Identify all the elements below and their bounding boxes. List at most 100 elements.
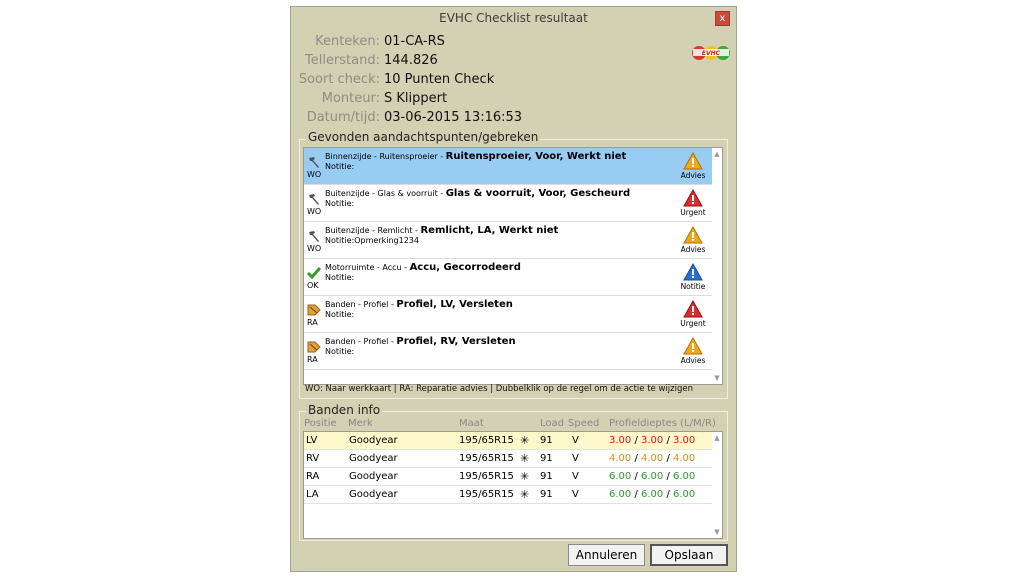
status-advies[interactable]: Advies <box>675 152 711 180</box>
cell-positie: LA <box>306 489 319 500</box>
status-urgent[interactable]: Urgent <box>675 300 711 328</box>
table-row[interactable]: RV Goodyear 195/65R15 ✳ 91 V 4.00 / 4.00… <box>304 450 712 468</box>
scroll-down-icon[interactable]: ▼ <box>712 374 722 382</box>
cell-maat: 195/65R15 <box>459 471 514 482</box>
status-label: Advies <box>680 245 706 254</box>
tyres-scrollbar[interactable]: ▲ ▼ <box>712 432 722 538</box>
cell-positie: LV <box>306 435 318 446</box>
close-button[interactable]: x <box>715 11 730 26</box>
finding-row[interactable]: WO Buitenzijde - Remlicht - Remlicht, LA… <box>304 222 712 259</box>
status-urgent[interactable]: Urgent <box>675 189 711 217</box>
cell-merk: Goodyear <box>349 471 398 482</box>
tyres-table[interactable]: LV Goodyear 195/65R15 ✳ 91 V 3.00 / 3.00… <box>303 431 723 539</box>
cell-profiel: 6.00 / 6.00 / 6.00 <box>609 489 696 500</box>
save-button[interactable]: Opslaan <box>650 544 728 566</box>
tyres-group-title: Banden info <box>306 403 383 417</box>
scroll-up-icon[interactable]: ▲ <box>712 150 722 158</box>
finding-category: Buitenzijde - Glas & voorruit - <box>325 189 446 198</box>
findings-legend: WO: Naar werkkaart | RA: Reparatie advie… <box>305 384 693 394</box>
status-advies[interactable]: Advies <box>675 226 711 254</box>
finding-note: Notitie: <box>325 162 355 171</box>
cell-maat: 195/65R15 <box>459 435 514 446</box>
info-icon <box>683 263 703 281</box>
cell-speed: V <box>572 471 579 482</box>
finding-note: Notitie: <box>325 310 355 319</box>
depth-r: 6.00 <box>673 489 696 500</box>
cell-load: 91 <box>540 489 553 500</box>
finding-main: Profiel, LV, Versleten <box>396 299 513 310</box>
finding-title: Motorruimte - Accu - Accu, Gecorrodeerd <box>325 262 521 273</box>
snowflake-icon: ✳ <box>520 488 530 501</box>
info-value: S Klippert <box>384 91 448 106</box>
info-label: Soort check: <box>298 72 380 87</box>
findings-list[interactable]: WO Binnenzijde - Ruitensproeier - Ruiten… <box>303 147 723 385</box>
finding-category: Motorruimte - Accu - <box>325 263 410 272</box>
finding-row[interactable]: RA Banden - Profiel - Profiel, RV, Versl… <box>304 333 712 370</box>
evhc-logo: EVHC <box>692 46 730 60</box>
table-row[interactable]: RA Goodyear 195/65R15 ✳ 91 V 6.00 / 6.00… <box>304 468 712 486</box>
cell-load: 91 <box>540 471 553 482</box>
cell-profiel: 4.00 / 4.00 / 4.00 <box>609 453 696 464</box>
warning-icon <box>683 300 703 318</box>
col-merk: Merk <box>348 418 373 429</box>
status-label: Advies <box>680 171 706 180</box>
hammer-icon <box>309 157 319 168</box>
findings-scrollbar[interactable]: ▲ ▼ <box>712 148 722 384</box>
depth-m: 3.00 <box>641 435 664 446</box>
svg-text:EVHC: EVHC <box>702 50 721 57</box>
info-value: 03-06-2015 13:16:53 <box>384 110 523 125</box>
depth-r: 6.00 <box>673 471 696 482</box>
cell-maat: 195/65R15 <box>459 489 514 500</box>
depth-r: 4.00 <box>673 453 696 464</box>
status-advies[interactable]: Advies <box>675 337 711 365</box>
cell-maat: 195/65R15 <box>459 453 514 464</box>
action-code: RA <box>307 318 318 327</box>
warning-icon <box>683 337 703 355</box>
finding-main: Glas & voorruit, Voor, Gescheurd <box>445 188 631 199</box>
col-profiel: Profieldieptes (L/M/R) <box>609 418 716 429</box>
info-label: Kenteken: <box>315 34 380 49</box>
status-label: Urgent <box>680 319 706 328</box>
finding-title: Banden - Profiel - Profiel, RV, Verslete… <box>325 336 516 347</box>
finding-row[interactable]: RA Banden - Profiel - Profiel, LV, Versl… <box>304 296 712 333</box>
col-positie: Positie <box>304 418 337 429</box>
warning-icon <box>683 189 703 207</box>
warning-icon <box>683 226 703 244</box>
cell-load: 91 <box>540 435 553 446</box>
depth-m: 4.00 <box>641 453 664 464</box>
table-row[interactable]: LA Goodyear 195/65R15 ✳ 91 V 6.00 / 6.00… <box>304 486 712 504</box>
finding-title: Buitenzijde - Glas & voorruit - Glas & v… <box>325 188 630 199</box>
finding-note: Notitie: <box>325 199 355 208</box>
cell-speed: V <box>572 435 579 446</box>
cell-positie: RV <box>306 453 320 464</box>
finding-main: Remlicht, LA, Werkt niet <box>420 225 559 236</box>
tag-icon <box>307 341 321 353</box>
info-label: Monteur: <box>321 91 380 106</box>
finding-note: Notitie:Opmerking1234 <box>325 236 419 245</box>
finding-row[interactable]: WO Binnenzijde - Ruitensproeier - Ruiten… <box>304 148 712 185</box>
cell-positie: RA <box>306 471 320 482</box>
col-maat: Maat <box>459 418 484 429</box>
status-notitie[interactable]: Notitie <box>675 263 711 291</box>
scroll-down-icon[interactable]: ▼ <box>712 528 722 536</box>
window-title: EVHC Checklist resultaat <box>439 11 588 25</box>
info-label: Datum/tijd: <box>306 110 380 125</box>
info-label: Tellerstand: <box>304 53 380 68</box>
cell-speed: V <box>572 453 579 464</box>
finding-title: Binnenzijde - Ruitensproeier - Ruitenspr… <box>325 151 626 162</box>
scroll-up-icon[interactable]: ▲ <box>712 434 722 442</box>
table-row[interactable]: LV Goodyear 195/65R15 ✳ 91 V 3.00 / 3.00… <box>304 432 712 450</box>
status-label: Notitie <box>680 282 706 291</box>
action-code: OK <box>307 281 319 290</box>
depth-l: 6.00 <box>609 471 632 482</box>
finding-row[interactable]: WO Buitenzijde - Glas & voorruit - Glas … <box>304 185 712 222</box>
col-load: Load <box>540 418 564 429</box>
finding-category: Banden - Profiel - <box>325 337 397 346</box>
finding-row[interactable]: OK Motorruimte - Accu - Accu, Gecorrodee… <box>304 259 712 296</box>
action-code: WO <box>307 170 322 179</box>
status-label: Urgent <box>680 208 706 217</box>
finding-main: Ruitensproeier, Voor, Werkt niet <box>445 151 627 162</box>
cell-profiel: 3.00 / 3.00 / 3.00 <box>609 435 696 446</box>
cancel-button[interactable]: Annuleren <box>568 544 645 566</box>
finding-note: Notitie: <box>325 347 355 356</box>
